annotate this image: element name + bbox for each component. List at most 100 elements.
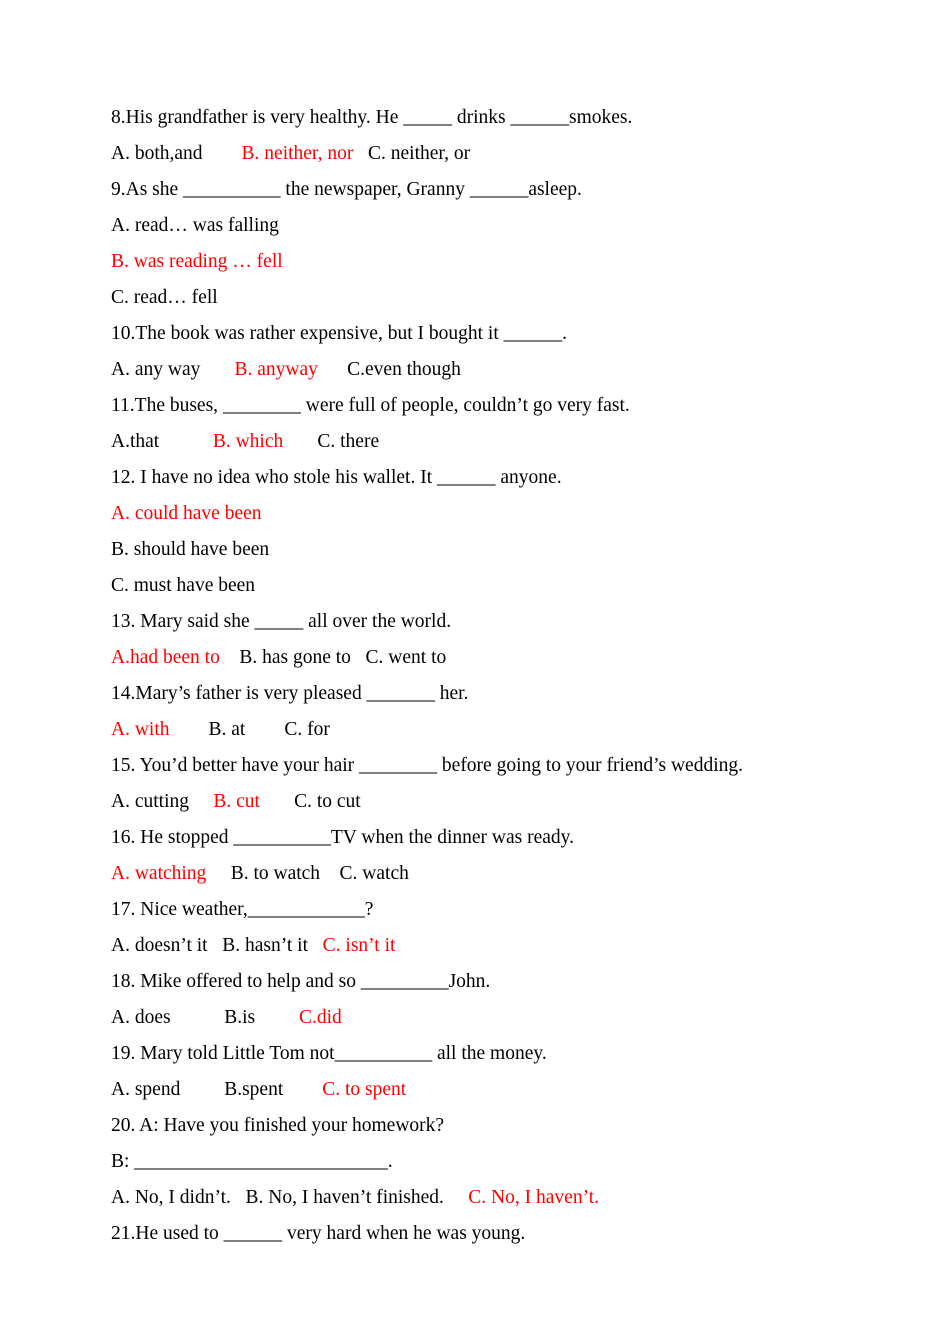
answer-options-row: A.had been to B. has gone to C. went to [111,640,878,676]
answer-options-row: A. does B.is C.did [111,1000,878,1036]
question-text: 10.The book was rather expensive, but I … [111,323,567,344]
option-b[interactable]: B. has gone to [239,647,351,668]
question-text: 11.The buses, ________ were full of peop… [111,395,630,416]
answer-option: C. read… fell [111,280,878,316]
question-line: 8.His grandfather is very healthy. He __… [111,100,878,136]
question-line: 12. I have no idea who stole his wallet.… [111,460,878,496]
option-c[interactable]: C. to cut [294,791,361,812]
option-gap [318,359,347,380]
option-a[interactable]: A. both,and [111,143,203,164]
question-text: 14.Mary’s father is very pleased _______… [111,683,469,704]
question-text: 12. I have no idea who stole his wallet.… [111,467,562,488]
question-line: 21.He used to ______ very hard when he w… [111,1216,878,1252]
option-text[interactable]: B. should have been [111,539,269,560]
option-a[interactable]: A. No, I didn’t. [111,1187,231,1208]
document-page: 8.His grandfather is very healthy. He __… [0,0,950,1344]
option-c[interactable]: C. watch [340,863,409,884]
option-a[interactable]: A. cutting [111,791,189,812]
option-gap [245,719,284,740]
option-b[interactable]: B.spent [224,1079,283,1100]
answer-options-row: A. watching B. to watch C. watch [111,856,878,892]
question-text: 19. Mary told Little Tom not__________ a… [111,1043,547,1064]
option-c[interactable]: C. went to [366,647,447,668]
option-gap [308,935,323,956]
answer-options-row: A. doesn’t it B. hasn’t it C. isn’t it [111,928,878,964]
option-gap [200,359,234,380]
option-gap [353,143,368,164]
question-text: 8.His grandfather is very healthy. He __… [111,107,633,128]
option-a[interactable]: A. spend [111,1079,180,1100]
option-b[interactable]: B. at [209,719,246,740]
option-c[interactable]: C. neither, or [368,143,470,164]
option-gap [255,1007,299,1028]
option-b[interactable]: B. hasn’t it [222,935,308,956]
option-text[interactable]: A. read… was falling [111,215,279,236]
answer-option: B. should have been [111,532,878,568]
option-a[interactable]: A. any way [111,359,200,380]
option-b[interactable]: B.is [224,1007,255,1028]
question-line: 10.The book was rather expensive, but I … [111,316,878,352]
question-text: 16. He stopped __________TV when the din… [111,827,575,848]
option-b[interactable]: B. neither, nor [242,143,354,164]
option-b[interactable]: B. No, I haven’t finished. [246,1187,444,1208]
option-gap [170,719,209,740]
answer-options-row: A. spend B.spent C. to spent [111,1072,878,1108]
option-c[interactable]: C.even though [347,359,461,380]
question-line: 13. Mary said she _____ all over the wor… [111,604,878,640]
option-gap [189,791,213,812]
option-gap [208,935,223,956]
option-c[interactable]: C. there [317,431,379,452]
question-text: 21.He used to ______ very hard when he w… [111,1223,526,1244]
question-line: B: __________________________. [111,1144,878,1180]
answer-option: C. must have been [111,568,878,604]
option-a[interactable]: A.that [111,431,159,452]
option-a[interactable]: A. doesn’t it [111,935,208,956]
option-gap [203,143,242,164]
option-gap [320,863,340,884]
option-c[interactable]: C. to spent [322,1079,406,1100]
question-text: 18. Mike offered to help and so ________… [111,971,491,992]
answer-options-row: A. cutting B. cut C. to cut [111,784,878,820]
option-a[interactable]: A. with [111,719,170,740]
option-gap [283,1079,322,1100]
option-a[interactable]: A. watching [111,863,206,884]
option-text[interactable]: A. could have been [111,503,262,524]
option-gap [444,1187,468,1208]
option-text[interactable]: C. read… fell [111,287,218,308]
answer-options-row: A. No, I didn’t. B. No, I haven’t finish… [111,1180,878,1216]
question-line: 15. You’d better have your hair ________… [111,748,878,784]
question-line: 17. Nice weather,____________? [111,892,878,928]
option-gap [159,431,213,452]
option-text[interactable]: C. must have been [111,575,255,596]
option-text[interactable]: B. was reading … fell [111,251,283,272]
question-line: 14.Mary’s father is very pleased _______… [111,676,878,712]
question-line: 20. A: Have you finished your homework? [111,1108,878,1144]
question-text: 17. Nice weather,____________? [111,899,374,920]
question-line: 19. Mary told Little Tom not__________ a… [111,1036,878,1072]
option-gap [206,863,230,884]
option-a[interactable]: A. does [111,1007,171,1028]
question-text: 9.As she __________ the newspaper, Grann… [111,179,582,200]
option-gap [231,1187,246,1208]
option-c[interactable]: C. isn’t it [323,935,396,956]
option-gap [220,647,240,668]
option-gap [180,1079,224,1100]
question-text: B: __________________________. [111,1151,393,1172]
option-c[interactable]: C. for [284,719,330,740]
option-c[interactable]: C.did [299,1007,342,1028]
option-b[interactable]: B. which [213,431,283,452]
question-text: 20. A: Have you finished your homework? [111,1115,445,1136]
option-gap [260,791,294,812]
question-text: 13. Mary said she _____ all over the wor… [111,611,452,632]
option-b[interactable]: B. to watch [231,863,320,884]
question-line: 16. He stopped __________TV when the din… [111,820,878,856]
option-a[interactable]: A.had been to [111,647,220,668]
question-text: 15. You’d better have your hair ________… [111,755,744,776]
question-line: 18. Mike offered to help and so ________… [111,964,878,1000]
answer-option: A. read… was falling [111,208,878,244]
answer-option: B. was reading … fell [111,244,878,280]
option-b[interactable]: B. cut [213,791,260,812]
answer-options-row: A. any way B. anyway C.even though [111,352,878,388]
option-c[interactable]: C. No, I haven’t. [468,1187,599,1208]
option-b[interactable]: B. anyway [234,359,317,380]
